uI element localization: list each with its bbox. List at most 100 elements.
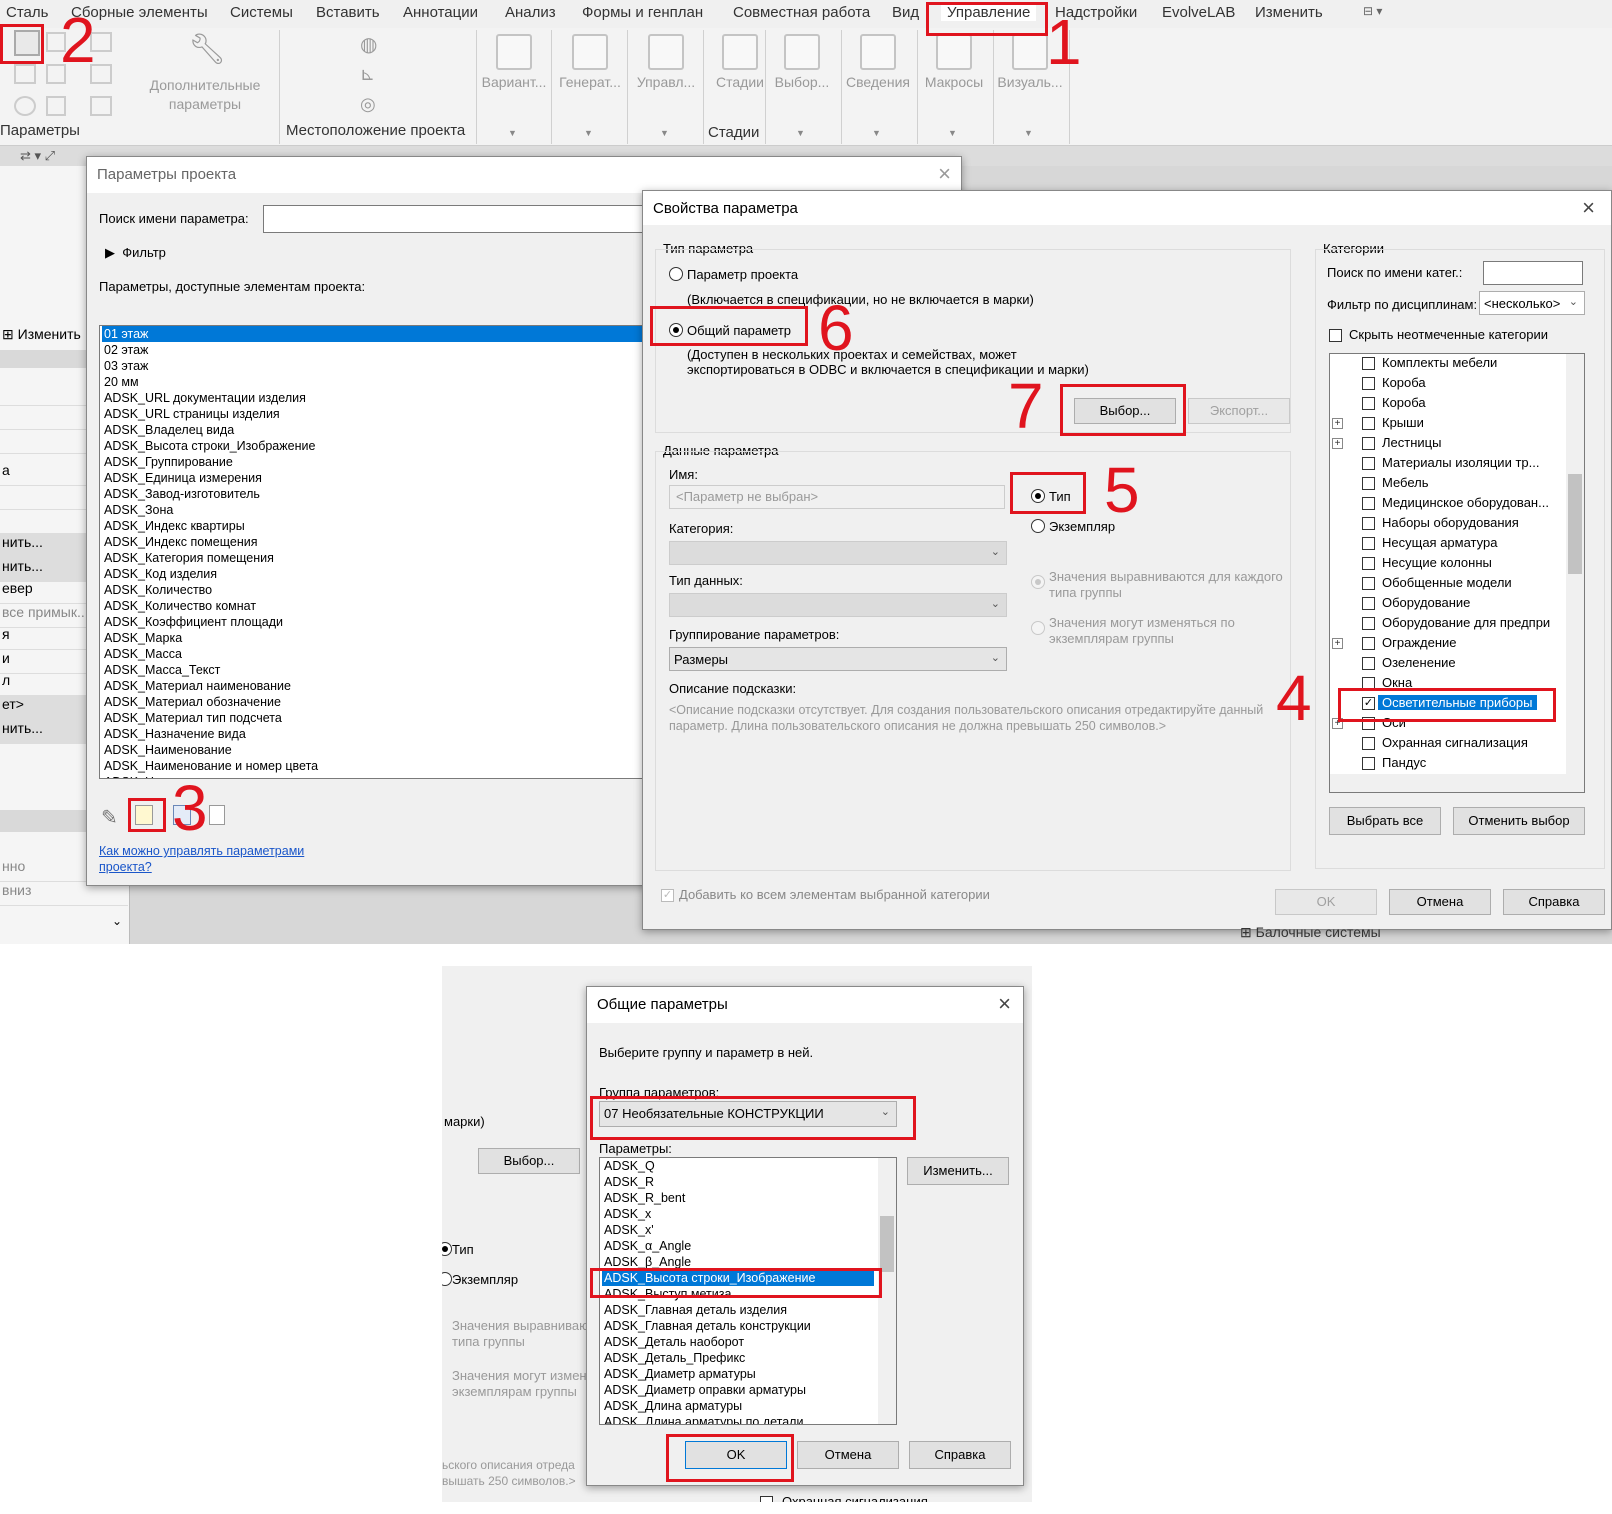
tab-analyze[interactable]: Анализ — [505, 4, 556, 21]
ok-button[interactable]: OK — [685, 1441, 787, 1469]
shared-param-item[interactable]: ADSK_Деталь наоборот — [602, 1334, 874, 1350]
categories-tree[interactable]: Панели витражаПандусОхранная сигнализаци… — [1329, 353, 1585, 793]
shared-param-item[interactable]: ADSK_Главная деталь изделия — [602, 1302, 874, 1318]
tab-massing[interactable]: Формы и генплан — [582, 4, 703, 21]
category-checkbox[interactable] — [1362, 757, 1375, 770]
export-button[interactable]: Экспорт... — [1188, 398, 1290, 424]
category-checkbox[interactable] — [1362, 497, 1375, 510]
shared-param-item[interactable]: ADSK_Длина арматуры — [602, 1398, 874, 1414]
generative-button[interactable]: Генерат... ▼ — [554, 28, 626, 144]
add-all-checkbox[interactable]: ✓ — [661, 889, 674, 902]
ok-button[interactable]: OK — [1275, 889, 1377, 915]
project-units-icon[interactable] — [46, 96, 66, 116]
category-row[interactable]: Оборудование — [1330, 594, 1566, 613]
category-checkbox[interactable] — [1362, 717, 1375, 730]
category-row[interactable]: + Ограждение — [1330, 634, 1566, 653]
project-parameters-icon[interactable] — [14, 30, 40, 56]
category-row[interactable]: Обобщенные модели — [1330, 574, 1566, 593]
category-checkbox[interactable] — [1362, 677, 1375, 690]
category-row[interactable]: Материалы изоляции тр... — [1330, 454, 1566, 473]
help-button[interactable]: Справка — [1503, 889, 1605, 915]
new-param-icon[interactable] — [135, 805, 153, 825]
cat-hscrollbar[interactable] — [1330, 774, 1584, 792]
shared-param-item[interactable]: ADSK_Деталь_Префикс — [602, 1350, 874, 1366]
category-row[interactable]: Мебель — [1330, 474, 1566, 493]
category-row[interactable]: Медицинское оборудован... — [1330, 494, 1566, 513]
edit-button[interactable]: Изменить... — [907, 1157, 1009, 1185]
discipline-select[interactable]: <несколько> ⌄ — [1479, 291, 1585, 315]
shared-param-item[interactable]: ADSK_Главная деталь конструкции — [602, 1318, 874, 1334]
shared-param-item[interactable]: ADSK_Q — [602, 1158, 874, 1174]
macros-button[interactable]: Макросы ▼ — [918, 28, 990, 144]
category-row[interactable]: + Оси — [1330, 714, 1566, 733]
tab-insert[interactable]: Вставить — [316, 4, 380, 21]
tab-modify[interactable]: Изменить — [1255, 4, 1323, 21]
expand-plus-icon[interactable]: + — [1332, 638, 1343, 649]
additional-params-button[interactable]: Дополнительные параметры — [140, 76, 270, 114]
shared-param-item[interactable]: ADSK_Длина арматуры по детали — [602, 1414, 874, 1424]
shared-param-item[interactable]: ADSK_Диаметр оправки арматуры — [602, 1382, 874, 1398]
toolbar-tools-icon[interactable]: ⇄ ▾ ⤢ — [20, 148, 55, 164]
category-checkbox[interactable] — [1362, 397, 1375, 410]
category-row[interactable]: Короба — [1330, 374, 1566, 393]
tab-evolvelab[interactable]: EvolveLAB — [1162, 4, 1235, 21]
category-row[interactable]: Наборы оборудования — [1330, 514, 1566, 533]
category-checkbox[interactable] — [1362, 597, 1375, 610]
hide-unchecked-checkbox[interactable] — [1329, 329, 1342, 342]
category-checkbox[interactable] — [1362, 417, 1375, 430]
expand-plus-icon[interactable]: + — [1332, 438, 1343, 449]
category-row[interactable]: Пандус — [1330, 754, 1566, 773]
cancel-button[interactable]: Отмена — [1389, 889, 1491, 915]
remove-param-icon[interactable] — [209, 805, 225, 825]
category-checkbox[interactable] — [1362, 617, 1375, 630]
category-row[interactable]: Охранная сигнализация — [1330, 734, 1566, 753]
tab-systems[interactable]: Системы — [230, 4, 293, 21]
category-select[interactable]: ⌄ — [669, 541, 1007, 565]
select-all-button[interactable]: Выбрать все — [1329, 807, 1441, 835]
cancel-button[interactable]: Отмена — [797, 1441, 899, 1469]
cat-scrollbar[interactable] — [1566, 354, 1584, 774]
tab-collaborate[interactable]: Совместная работа — [733, 4, 870, 21]
tab-view[interactable]: Вид — [892, 4, 919, 21]
help-link[interactable]: Как можно управлять параметрами проекта? — [99, 843, 319, 875]
help-button[interactable]: Справка — [909, 1441, 1011, 1469]
category-checkbox[interactable] — [1362, 377, 1375, 390]
tab-manage[interactable]: Управление — [941, 4, 1037, 21]
selection-button[interactable]: Выбор... ▼ — [766, 28, 838, 144]
category-row[interactable]: + Лестницы — [1330, 434, 1566, 453]
category-checkbox[interactable] — [1362, 657, 1375, 670]
close-icon[interactable]: × — [938, 163, 951, 185]
category-row[interactable]: ✓ Осветительные приборы — [1330, 694, 1566, 713]
manage-button[interactable]: Управл... ▼ — [630, 28, 702, 144]
materials-icon[interactable] — [90, 96, 112, 116]
category-checkbox[interactable] — [1362, 537, 1375, 550]
group-select[interactable]: 07 Необязательные КОНСТРУКЦИИ ⌄ — [599, 1101, 897, 1127]
category-row[interactable]: Комплекты мебели — [1330, 354, 1566, 373]
category-row[interactable]: Окна — [1330, 674, 1566, 693]
deselect-button[interactable]: Отменить выбор — [1453, 807, 1585, 835]
cat-search-input[interactable] — [1483, 261, 1583, 285]
shared-param-item[interactable]: ADSK_x' — [602, 1222, 874, 1238]
inquiry-button[interactable]: Сведения ▼ — [842, 28, 914, 144]
category-checkbox[interactable] — [1362, 557, 1375, 570]
tab-overflow-icon[interactable]: ⊟ ▾ — [1363, 4, 1382, 18]
close-icon[interactable]: × — [1582, 197, 1595, 219]
shared-param-radio[interactable] — [669, 323, 683, 337]
tab-annotate[interactable]: Аннотации — [403, 4, 478, 21]
tab-steel[interactable]: Сталь — [6, 4, 48, 21]
category-row[interactable]: + Крыши — [1330, 414, 1566, 433]
category-checkbox[interactable] — [1362, 357, 1375, 370]
category-checkbox[interactable] — [1362, 437, 1375, 450]
category-checkbox[interactable] — [1362, 577, 1375, 590]
category-checkbox[interactable] — [1362, 637, 1375, 650]
shared-param-item[interactable]: ADSK_Диаметр арматуры — [602, 1366, 874, 1382]
category-row[interactable]: Оборудование для предпри — [1330, 614, 1566, 633]
shared-param-item[interactable]: ADSK_β_Angle — [602, 1254, 874, 1270]
shared-params-list[interactable]: ADSK_Длина арматуры по детали ADSK_Длина … — [599, 1157, 897, 1425]
category-checkbox[interactable] — [1362, 457, 1375, 470]
category-row[interactable]: Озеленение — [1330, 654, 1566, 673]
shared-param-item[interactable]: ADSK_α_Angle — [602, 1238, 874, 1254]
position-icon[interactable]: ◎ — [360, 94, 376, 115]
grouping-select[interactable]: Размеры ⌄ — [669, 647, 1007, 671]
category-checkbox[interactable] — [1362, 477, 1375, 490]
